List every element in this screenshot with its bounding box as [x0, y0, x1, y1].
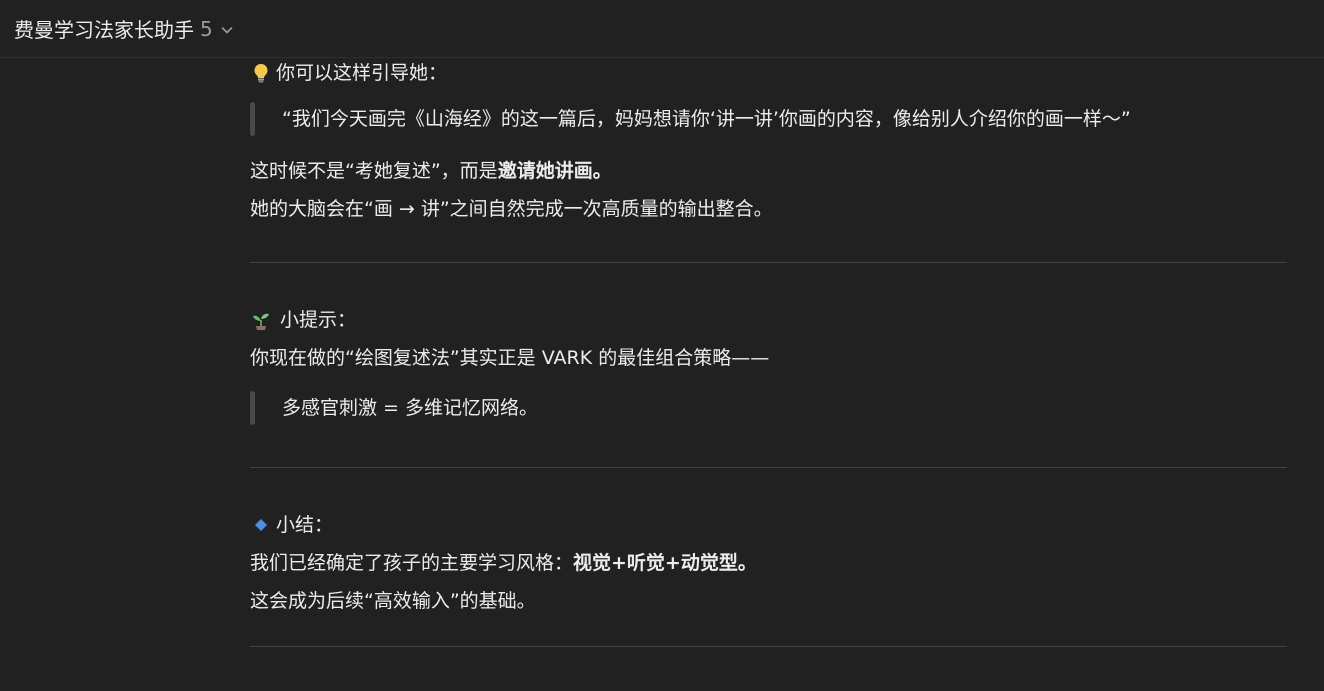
guide-line-1-bold: 邀请她讲画。 [497, 160, 612, 182]
app-title: 费曼学习法家长助手 [14, 18, 194, 42]
guide-line-1: 这时候不是“考她复述”，而是邀请她讲画。 [250, 152, 1287, 190]
tip-heading-text: 小提示： [280, 309, 357, 331]
summary-line-1-bold: 视觉+听觉+动觉型。 [573, 552, 757, 574]
message-content: 你可以这样引导她： “我们今天画完《山海经》的这一篇后，妈妈想请你‘讲一讲’你画… [250, 58, 1287, 685]
summary-line-1: 我们已经确定了孩子的主要学习风格：视觉+听觉+动觉型。 [250, 544, 1287, 582]
model-selector-button[interactable]: 费曼学习法家长助手 5 [14, 14, 235, 43]
summary-line-1-prefix: 我们已经确定了孩子的主要学习风格： [250, 552, 574, 574]
version-label: 5 [200, 16, 213, 41]
seedling-icon [253, 313, 269, 330]
divider [250, 262, 1287, 263]
summary-line-2: 这会成为后续“高效输入”的基础。 [250, 590, 536, 612]
summary-heading-text: 小结： [276, 514, 334, 536]
guide-heading-text: 你可以这样引导她： [276, 62, 448, 84]
lightbulb-icon [254, 64, 268, 83]
guide-line-2: 她的大脑会在“画 → 讲”之间自然完成一次高质量的输出整合。 [250, 198, 773, 220]
guide-heading: 你可以这样引导她： [250, 54, 1287, 92]
divider [250, 467, 1287, 468]
guide-quote-text: “我们今天画完《山海经》的这一篇后，妈妈想请你‘讲一讲’你画的内容，像给别人介绍… [282, 108, 1131, 130]
summary-heading: 小结： [250, 506, 1287, 544]
guide-line-1-prefix: 这时候不是“考她复述”，而是 [250, 160, 498, 182]
tip-heading: 小提示： [250, 301, 1287, 339]
chevron-down-icon [221, 26, 233, 33]
blue-diamond-icon [255, 519, 267, 531]
divider [250, 646, 1287, 647]
tip-line-1: 你现在做的“绘图复述法”其实正是 VARK 的最佳组合策略—— [250, 347, 770, 369]
tip-quote-text: 多感官刺激 = 多维记忆网络。 [282, 397, 538, 419]
tip-quote: 多感官刺激 = 多维记忆网络。 [250, 391, 1287, 425]
guide-quote: “我们今天画完《山海经》的这一篇后，妈妈想请你‘讲一讲’你画的内容，像给别人介绍… [250, 102, 1287, 136]
top-bar: 费曼学习法家长助手 5 [0, 0, 1324, 58]
